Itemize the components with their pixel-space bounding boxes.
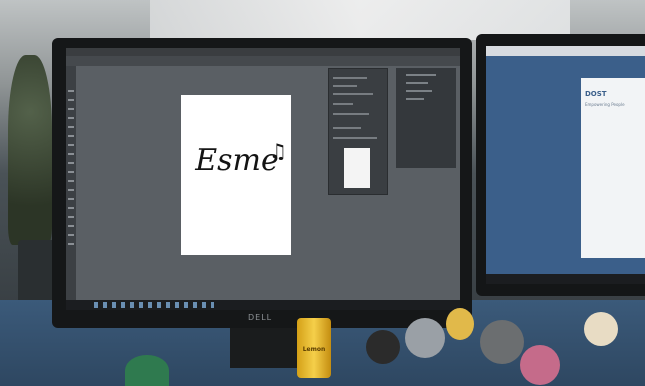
plant bbox=[8, 55, 52, 245]
figurine-armored bbox=[480, 320, 524, 364]
document-heading: DOST bbox=[585, 90, 607, 98]
layer-row[interactable] bbox=[406, 82, 428, 84]
layer-row[interactable] bbox=[406, 98, 424, 100]
menu-bar[interactable] bbox=[66, 48, 460, 56]
figurine-yellow bbox=[446, 308, 474, 340]
layer-row[interactable] bbox=[406, 74, 436, 76]
illustrator-screen: Esme ♫ bbox=[66, 48, 460, 310]
figurine-blonde bbox=[584, 312, 618, 346]
second-screen: DOST Empowering People bbox=[486, 46, 645, 284]
second-taskbar[interactable] bbox=[486, 274, 645, 284]
panel-line bbox=[333, 85, 357, 87]
figurine-pink bbox=[520, 345, 560, 385]
figurine-green bbox=[125, 355, 169, 386]
monitor-stand bbox=[230, 328, 300, 368]
tool-icons[interactable] bbox=[68, 90, 74, 250]
monitor-brand: DELL bbox=[248, 313, 273, 322]
can-label: Lemon bbox=[302, 346, 326, 353]
panel-line bbox=[333, 127, 361, 129]
panel-line bbox=[333, 137, 377, 139]
panel-line bbox=[333, 103, 353, 105]
browser-toolbar[interactable] bbox=[486, 46, 645, 56]
artboard-thumbnail[interactable] bbox=[344, 148, 370, 188]
document-subheading: Empowering People bbox=[585, 102, 625, 107]
panel-line bbox=[333, 113, 369, 115]
panel-line bbox=[333, 93, 373, 95]
layer-row[interactable] bbox=[406, 90, 432, 92]
figurine-dark bbox=[366, 330, 400, 364]
figurine-grey bbox=[405, 318, 445, 358]
document-page: DOST Empowering People bbox=[581, 78, 645, 258]
music-note-icon: ♫ bbox=[269, 139, 287, 163]
artboard[interactable]: Esme ♫ bbox=[181, 95, 291, 255]
layers-panel[interactable] bbox=[396, 68, 456, 168]
panel-line bbox=[333, 77, 367, 79]
options-bar[interactable] bbox=[66, 56, 460, 66]
tools-panel[interactable] bbox=[66, 66, 76, 300]
taskbar-app-icons[interactable] bbox=[94, 302, 214, 308]
